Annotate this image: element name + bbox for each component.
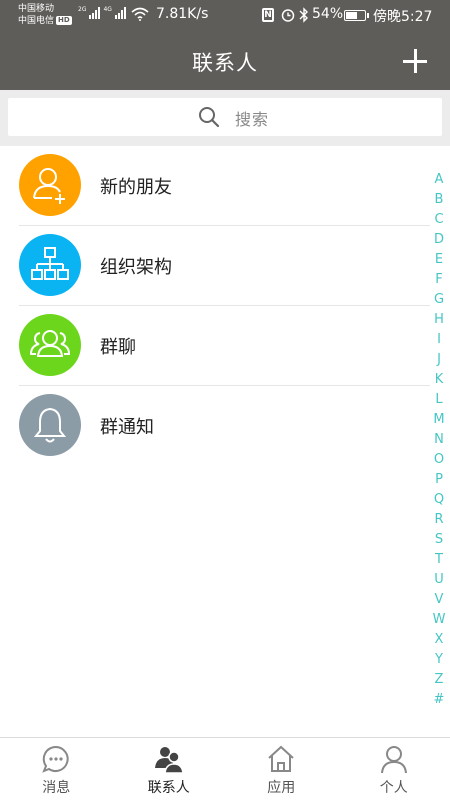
search-bar: 搜索 [0, 90, 450, 146]
alpha-index-letter[interactable]: J [437, 350, 441, 370]
nav-apps-label: 应用 [267, 780, 296, 796]
alpha-index-letter[interactable]: Y [435, 650, 443, 670]
carrier-info: 中国移动 中国电信 HD [18, 3, 72, 27]
alpha-index-letter[interactable]: D [434, 230, 444, 250]
title-bar: 联系人 [0, 32, 450, 90]
wifi-icon [131, 7, 149, 21]
search-input[interactable]: 搜索 [8, 98, 442, 136]
group-chat-label: 群聊 [100, 337, 136, 358]
new-friends-label: 新的朋友 [100, 177, 172, 198]
contacts-menu-list: 新的朋友 组织架构 群聊 群通知 [0, 146, 430, 466]
org-chart-icon [31, 247, 69, 280]
alpha-index-letter[interactable]: E [435, 250, 443, 270]
alpha-index-letter[interactable]: T [435, 550, 443, 570]
alpha-index-letter[interactable]: Z [435, 670, 444, 690]
signal-indicators: 2G 4G [78, 7, 126, 19]
alpha-index-letter[interactable]: V [435, 590, 444, 610]
alpha-index-letter[interactable]: A [435, 170, 444, 190]
org-structure-item[interactable]: 组织架构 [0, 226, 430, 306]
alpha-index-letter[interactable]: H [434, 310, 444, 330]
bottom-nav: 消息 联系人 应用 个人 [0, 737, 450, 800]
group-notice-avatar [19, 394, 81, 456]
group-chat-item[interactable]: 群聊 [0, 306, 430, 386]
alpha-index-letter[interactable]: I [437, 330, 441, 350]
new-friends-item[interactable]: 新的朋友 [0, 146, 430, 226]
alpha-index-letter[interactable]: U [434, 570, 444, 590]
alpha-index-letter[interactable]: B [435, 190, 444, 210]
nav-profile[interactable]: 个人 [338, 738, 450, 800]
nav-messages-label: 消息 [42, 780, 71, 796]
net-speed: 7.81K/s [156, 6, 209, 22]
nav-contacts-label: 联系人 [147, 780, 190, 796]
nav-messages[interactable]: 消息 [0, 738, 113, 800]
status-bar: 中国移动 中国电信 HD 2G 4G 7.81K/s N 54% 傍晚5:27 [0, 0, 450, 32]
person-icon [380, 746, 407, 774]
battery-icon [344, 10, 369, 21]
alpha-index-letter[interactable]: X [435, 630, 444, 650]
contacts-icon [154, 747, 184, 774]
home-icon [268, 745, 294, 772]
alpha-index-letter[interactable]: # [434, 690, 445, 710]
alpha-index-letter[interactable]: W [433, 610, 446, 630]
alpha-index-letter[interactable]: S [435, 530, 443, 550]
alarm-icon [281, 9, 295, 22]
new-friends-avatar [19, 154, 81, 216]
carrier-1: 中国移动 [18, 4, 55, 14]
bluetooth-icon [299, 7, 308, 23]
alpha-index-letter[interactable]: K [435, 370, 444, 390]
signal-2-tag: 4G [103, 6, 112, 13]
battery-percent: 54% [312, 6, 344, 22]
page-title: 联系人 [192, 51, 258, 75]
hd-badge: HD [56, 16, 72, 25]
alpha-index-letter[interactable]: F [435, 270, 442, 290]
nav-contacts[interactable]: 联系人 [113, 738, 226, 800]
org-structure-avatar [19, 234, 81, 296]
signal-1-tag: 2G [78, 6, 87, 13]
alpha-index-letter[interactable]: R [434, 510, 443, 530]
signal-1-icon [89, 7, 101, 19]
group-chat-avatar [19, 314, 81, 376]
alpha-index-letter[interactable]: N [434, 430, 444, 450]
alpha-index-letter[interactable]: O [434, 450, 444, 470]
plus-icon[interactable] [398, 44, 432, 78]
alpha-index-letter[interactable]: M [433, 410, 444, 430]
status-time: 傍晚5:27 [373, 9, 433, 25]
signal-2-icon [114, 7, 126, 19]
nav-apps[interactable]: 应用 [225, 738, 338, 800]
search-placeholder: 搜索 [235, 110, 270, 129]
nav-profile-label: 个人 [379, 780, 408, 796]
group-notice-label: 群通知 [100, 417, 154, 438]
bell-icon [33, 407, 67, 443]
chat-icon [42, 745, 69, 773]
add-user-icon [33, 168, 65, 204]
group-icon [29, 330, 71, 357]
carrier-2: 中国电信 [18, 16, 55, 26]
search-icon [199, 107, 220, 128]
alpha-index-letter[interactable]: G [434, 290, 444, 310]
group-notice-item[interactable]: 群通知 [0, 386, 430, 466]
alpha-index-letter[interactable]: Q [434, 490, 444, 510]
alpha-index-letter[interactable]: P [435, 470, 443, 490]
alphabet-index[interactable]: A B C D E F G H I J K L M N O P Q R S T U V W X Y Z # [432, 170, 446, 710]
nfc-icon: N [262, 8, 274, 22]
alpha-index-letter[interactable]: C [434, 210, 443, 230]
org-structure-label: 组织架构 [100, 257, 172, 278]
alpha-index-letter[interactable]: L [435, 390, 442, 410]
